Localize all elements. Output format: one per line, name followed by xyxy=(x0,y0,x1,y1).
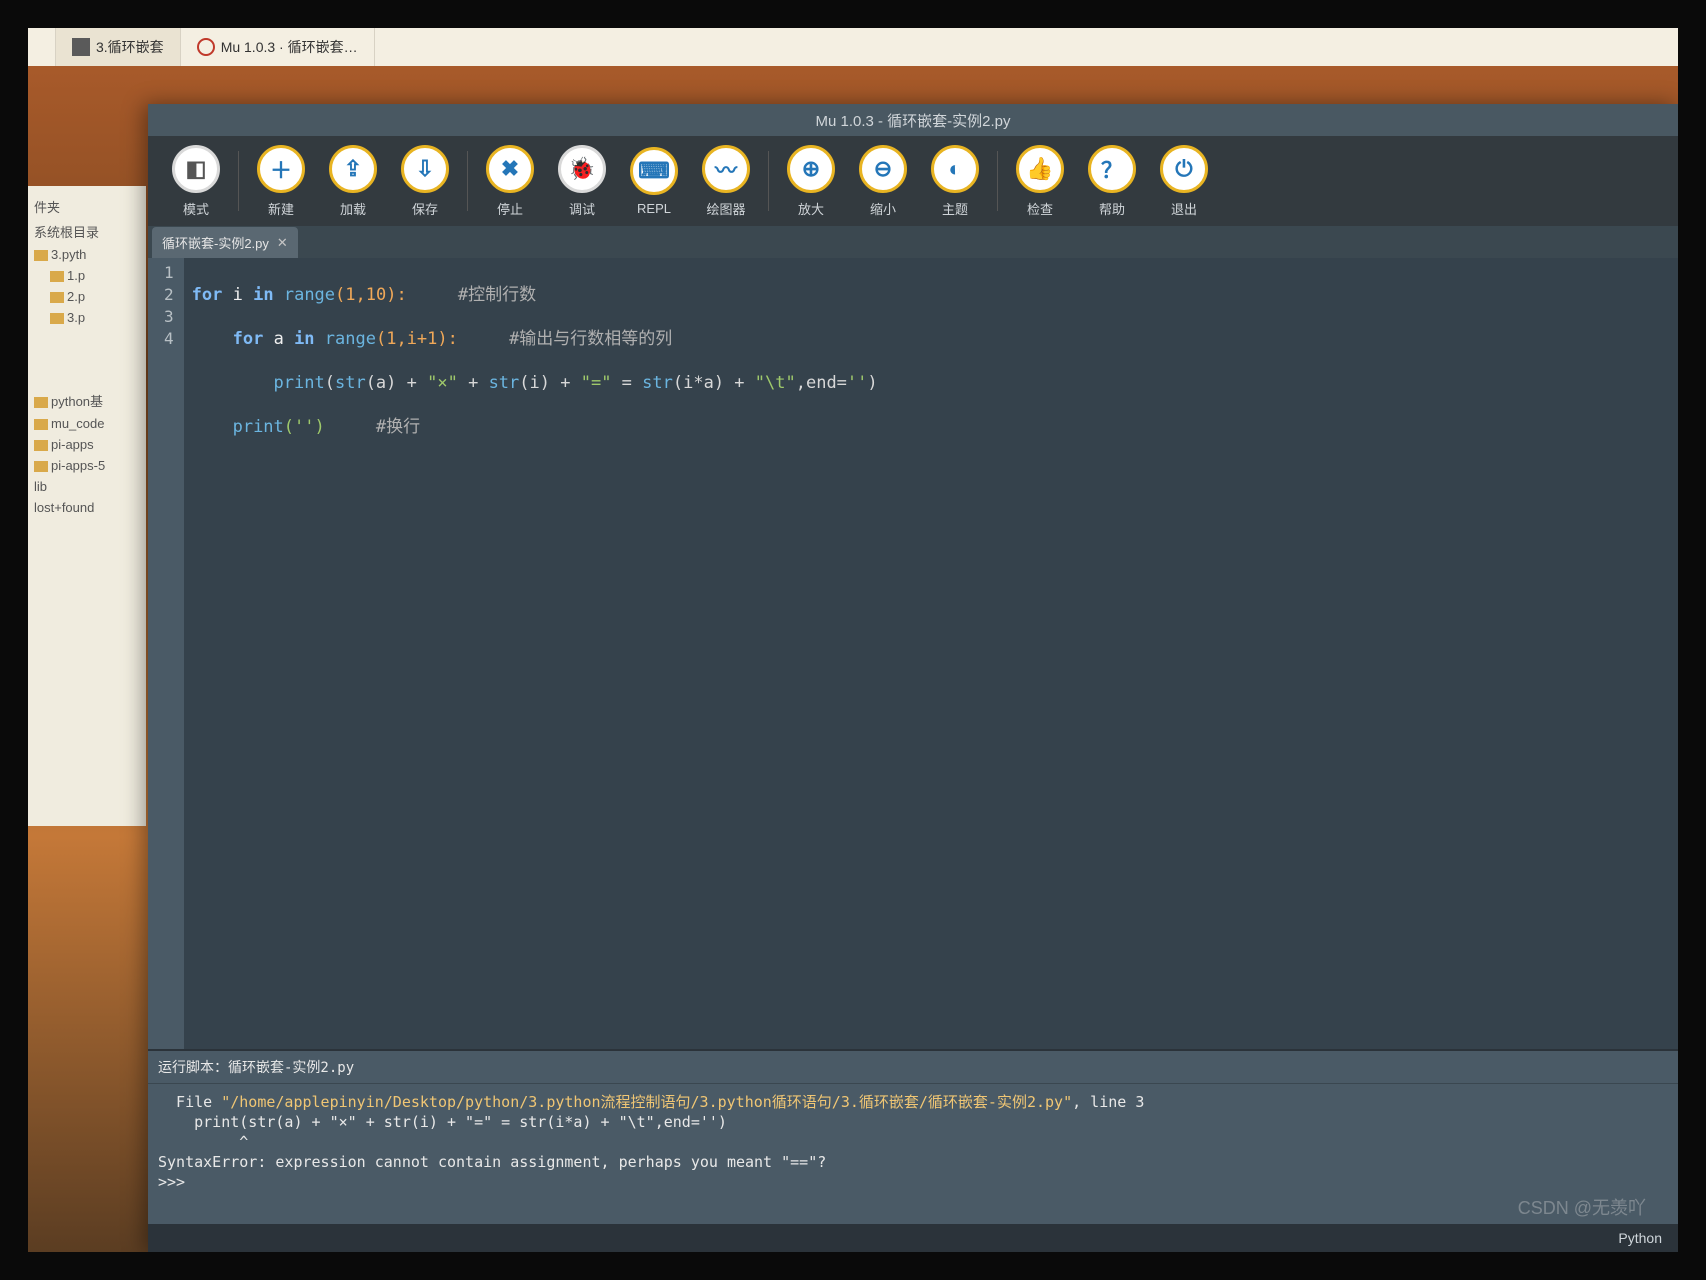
window-titlebar[interactable]: Mu 1.0.3 - 循环嵌套-实例2.py xyxy=(148,104,1678,136)
fm-header: 件夹 xyxy=(32,194,142,219)
taskbar-label: Mu 1.0.3 · 循环嵌套… xyxy=(221,37,358,57)
mu-app-icon xyxy=(197,38,215,56)
os-taskbar: 3.循环嵌套 Mu 1.0.3 · 循环嵌套… xyxy=(28,28,1678,66)
close-icon[interactable]: ✕ xyxy=(277,235,288,251)
zoom-in-icon: ⊕ xyxy=(787,145,835,193)
taskbar-item-mu[interactable]: Mu 1.0.3 · 循环嵌套… xyxy=(181,28,375,66)
folder-icon xyxy=(34,440,48,451)
quit-button[interactable]: ⏻退出 xyxy=(1148,145,1220,218)
toolbar: ◧模式 ＋新建 ⇪加载 ⇩保存 ✖停止 🐞调试 ⌨REPL 〰绘图器 ⊕放大 ⊖… xyxy=(148,136,1678,226)
desktop: 件夹 系统根目录 3.pyth 1.p 2.p 3.p python基 mu_c… xyxy=(28,66,1678,1252)
fm-item[interactable]: 1.p xyxy=(32,265,142,286)
help-icon: ？ xyxy=(1088,145,1136,193)
tab-bar: 循环嵌套-实例2.py ✕ xyxy=(148,226,1678,258)
divider xyxy=(768,151,769,211)
mode-icon: ◧ xyxy=(172,145,220,193)
fm-item[interactable]: pi-apps-5 xyxy=(32,455,142,476)
divider xyxy=(238,151,239,211)
stop-button[interactable]: ✖停止 xyxy=(474,145,546,218)
save-button[interactable]: ⇩保存 xyxy=(389,145,461,218)
stop-icon: ✖ xyxy=(486,145,534,193)
status-bar: Python xyxy=(148,1224,1678,1252)
folder-icon xyxy=(34,250,48,261)
taskbar-label: 3.循环嵌套 xyxy=(96,37,164,57)
fm-item[interactable]: lost+found xyxy=(32,497,142,518)
debug-button[interactable]: 🐞调试 xyxy=(546,145,618,218)
fm-item[interactable]: pi-apps xyxy=(32,434,142,455)
zoom-out-icon: ⊖ xyxy=(859,145,907,193)
bug-icon: 🐞 xyxy=(558,145,606,193)
folder-icon xyxy=(34,419,48,430)
line-gutter: 1 2 3 4 xyxy=(148,258,184,1049)
divider xyxy=(997,151,998,211)
folder-icon xyxy=(50,292,64,303)
tab-label: 循环嵌套-实例2.py xyxy=(162,233,269,252)
repl-output[interactable]: File "/home/applepinyin/Desktop/python/3… xyxy=(148,1084,1678,1224)
fm-item[interactable]: 3.p xyxy=(32,307,142,328)
tab-file[interactable]: 循环嵌套-实例2.py ✕ xyxy=(152,227,298,258)
code-editor[interactable]: 1 2 3 4 for i in range(1,10): #控制行数 for … xyxy=(148,258,1678,1049)
window-title: Mu 1.0.3 - 循环嵌套-实例2.py xyxy=(815,110,1010,131)
status-language: Python xyxy=(1618,1230,1662,1246)
fm-item[interactable]: 3.pyth xyxy=(32,244,142,265)
wave-icon: 〰 xyxy=(702,145,750,193)
divider xyxy=(467,151,468,211)
theme-button[interactable]: ◐主题 xyxy=(919,145,991,218)
fm-header: 系统根目录 xyxy=(32,219,142,244)
mode-button[interactable]: ◧模式 xyxy=(160,145,232,218)
fm-item[interactable]: python基 xyxy=(32,388,142,413)
thumbs-up-icon: 👍 xyxy=(1016,145,1064,193)
keyboard-icon: ⌨ xyxy=(630,147,678,195)
terminal-icon xyxy=(72,38,90,56)
mu-editor-window: Mu 1.0.3 - 循环嵌套-实例2.py ◧模式 ＋新建 ⇪加载 ⇩保存 ✖… xyxy=(148,104,1678,1252)
load-icon: ⇪ xyxy=(329,145,377,193)
new-button[interactable]: ＋新建 xyxy=(245,145,317,218)
help-button[interactable]: ？帮助 xyxy=(1076,145,1148,218)
taskbar-item-filemanager[interactable]: 3.循环嵌套 xyxy=(56,28,181,66)
repl-header: 运行脚本：循环嵌套-实例2.py xyxy=(148,1051,1678,1084)
zoom-out-button[interactable]: ⊖缩小 xyxy=(847,145,919,218)
fm-item[interactable]: 2.p xyxy=(32,286,142,307)
file-manager-sidebar: 件夹 系统根目录 3.pyth 1.p 2.p 3.p python基 mu_c… xyxy=(28,186,146,826)
load-button[interactable]: ⇪加载 xyxy=(317,145,389,218)
folder-icon xyxy=(34,461,48,472)
taskbar-launcher[interactable] xyxy=(28,28,56,66)
zoom-in-button[interactable]: ⊕放大 xyxy=(775,145,847,218)
save-icon: ⇩ xyxy=(401,145,449,193)
folder-icon xyxy=(50,313,64,324)
plotter-button[interactable]: 〰绘图器 xyxy=(690,145,762,218)
check-button[interactable]: 👍检查 xyxy=(1004,145,1076,218)
fm-item[interactable]: mu_code xyxy=(32,413,142,434)
code-body[interactable]: for i in range(1,10): #控制行数 for a in ran… xyxy=(184,258,886,1049)
plus-icon: ＋ xyxy=(257,145,305,193)
folder-icon xyxy=(50,271,64,282)
fm-item[interactable]: lib xyxy=(32,476,142,497)
theme-icon: ◐ xyxy=(931,145,979,193)
watermark: CSDN @无羡吖 xyxy=(1518,1194,1646,1220)
repl-button[interactable]: ⌨REPL xyxy=(618,147,690,216)
folder-icon xyxy=(34,397,48,408)
repl-panel: 运行脚本：循环嵌套-实例2.py File "/home/applepinyin… xyxy=(148,1049,1678,1224)
power-icon: ⏻ xyxy=(1160,145,1208,193)
